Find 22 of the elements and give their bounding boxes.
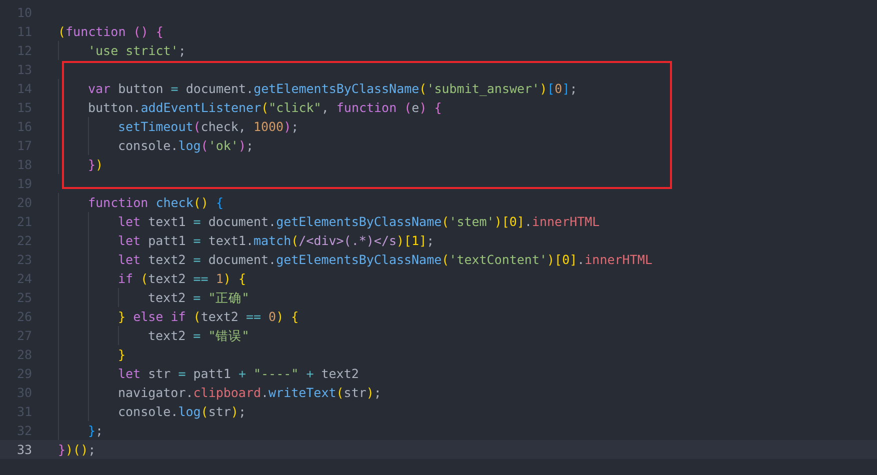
code-line: (function () { <box>58 23 164 41</box>
code-line: navigator.clipboard.writeText(str); <box>118 384 382 402</box>
code-line: console.log(str); <box>118 403 246 421</box>
line-number: 33 <box>16 441 32 459</box>
code-line: } else if (text2 == 0) { <box>118 308 299 326</box>
code-line: let text2 = document.getElementsByClassName('textContent')[0].innerHTML <box>118 251 652 269</box>
code-line: })(); <box>58 441 96 459</box>
code-line: text2 = "错误" <box>148 327 250 345</box>
code-line: } <box>118 346 126 364</box>
code-line: setTimeout(check, 1000); <box>118 118 299 136</box>
code-line: }) <box>88 156 104 174</box>
code-line: console.log('ok'); <box>118 137 254 155</box>
code-line: text2 = "正确" <box>148 289 250 307</box>
code-line: }; <box>88 422 104 440</box>
code-line: 'use strict'; <box>88 42 186 60</box>
code-line: let text1 = document.getElementsByClassName('stem')[0].innerHTML <box>118 213 600 231</box>
code-line: function check() { <box>88 194 224 212</box>
code-line: button.addEventListener("click", function (e) { <box>88 99 442 117</box>
code-line: let str = patt1 + "----" + text2 <box>118 365 359 383</box>
code-line: var button = document.getElementsByClassName('submit_answer')[0]; <box>88 80 578 98</box>
code-line: let patt1 = text1.match(/<div>(.*)</s)[1]; <box>118 232 434 250</box>
code-line: if (text2 == 1) { <box>118 270 246 288</box>
